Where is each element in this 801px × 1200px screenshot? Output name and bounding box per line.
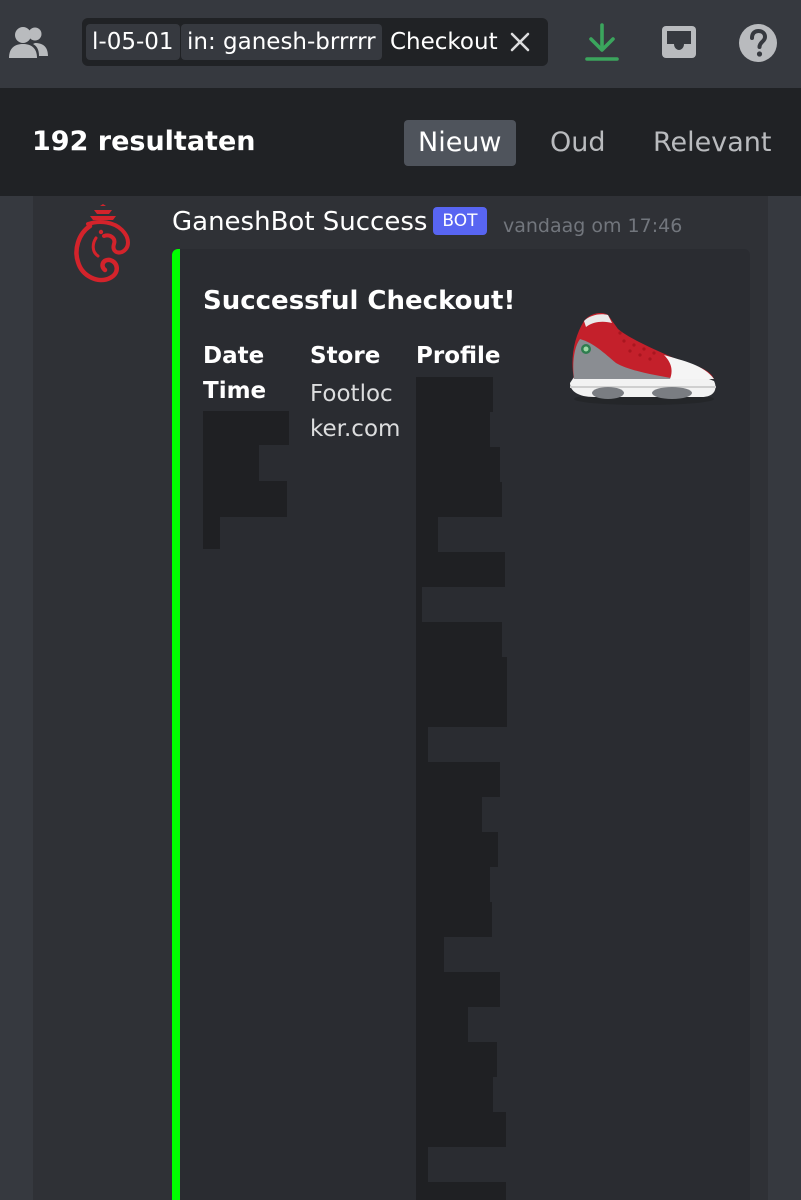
message-author[interactable]: GaneshBot Success — [172, 207, 427, 237]
avatar[interactable] — [70, 204, 136, 284]
download-icon[interactable] — [584, 22, 620, 64]
field-value-store: Footlocker.com — [310, 381, 401, 442]
search-box[interactable]: l-05-01 in: ganesh-brrrrr Checkout — [82, 18, 548, 66]
help-icon[interactable] — [738, 23, 778, 63]
bot-badge: BOT — [433, 207, 487, 235]
field-name-profile: Profile — [416, 343, 501, 369]
results-count: 192 resultaten — [32, 126, 256, 157]
message-embed: Successful Checkout! Date Time Store Pro… — [172, 249, 750, 1200]
members-icon[interactable] — [8, 24, 50, 62]
inbox-icon[interactable] — [660, 24, 698, 60]
search-filter-channel[interactable]: in: ganesh-brrrrr — [181, 24, 382, 60]
search-input[interactable]: Checkout — [390, 24, 498, 60]
tab-sort-old[interactable]: Oud — [550, 120, 606, 166]
search-results-header: 192 resultaten Nieuw Oud Relevant — [0, 88, 801, 196]
sneaker-thumbnail[interactable] — [564, 307, 720, 409]
field-name-store: Store — [310, 343, 381, 369]
close-icon[interactable] — [510, 32, 530, 52]
tab-sort-relevant[interactable]: Relevant — [653, 120, 772, 166]
search-filter-date[interactable]: l-05-01 — [86, 24, 180, 60]
field-name-date-time: Date Time — [203, 343, 267, 404]
tab-sort-new[interactable]: Nieuw — [404, 120, 516, 166]
message-timestamp: vandaag om 17:46 — [503, 215, 683, 237]
top-bar: l-05-01 in: ganesh-brrrrr Checkout — [0, 0, 801, 88]
embed-title: Successful Checkout! — [203, 286, 516, 316]
embed-accent-bar — [172, 249, 180, 1200]
